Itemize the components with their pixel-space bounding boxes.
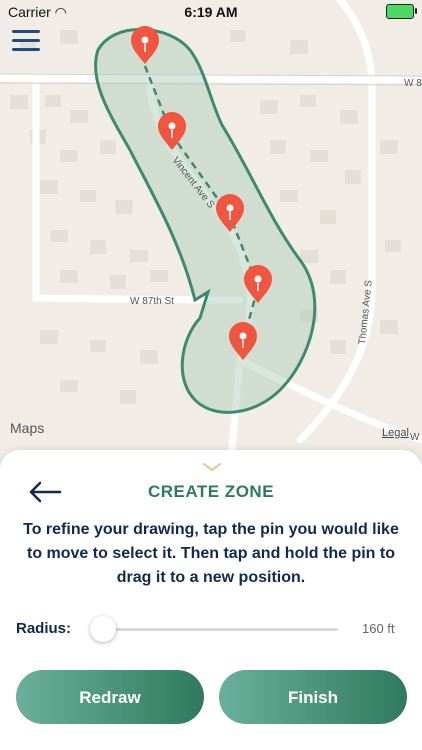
map-canvas[interactable]: W 86 Vincent Ave S W 87th St Thomas Ave … [0, 0, 422, 470]
redraw-button[interactable]: Redraw [16, 670, 204, 724]
create-zone-sheet: CREATE ZONE To refine your drawing, tap … [0, 450, 422, 750]
radius-label: Radius: [16, 620, 72, 637]
radius-slider-thumb[interactable] [90, 616, 116, 642]
chevron-down-icon[interactable] [202, 462, 222, 472]
status-bar: Carrier ◠ 6:19 AM [0, 0, 422, 24]
street-label-w86: W 86 [404, 78, 422, 89]
street-label-w87: W 87 [410, 432, 422, 443]
map-view[interactable]: W 86 Vincent Ave S W 87th St Thomas Ave … [0, 0, 422, 470]
instruction-text: To refine your drawing, tap the pin you … [23, 521, 399, 586]
menu-button[interactable] [12, 30, 40, 52]
legal-link[interactable]: Legal [382, 427, 409, 439]
radius-slider[interactable] [90, 616, 338, 642]
radius-value: 160 ft [362, 621, 395, 636]
street-label-w87th: W 87th St [130, 296, 174, 307]
battery-icon [386, 4, 417, 19]
status-time: 6:19 AM [184, 4, 238, 20]
finish-button[interactable]: Finish [219, 670, 407, 724]
hamburger-icon [12, 30, 40, 33]
sheet-title: CREATE ZONE [147, 482, 275, 501]
maps-attribution: Maps [10, 420, 45, 436]
